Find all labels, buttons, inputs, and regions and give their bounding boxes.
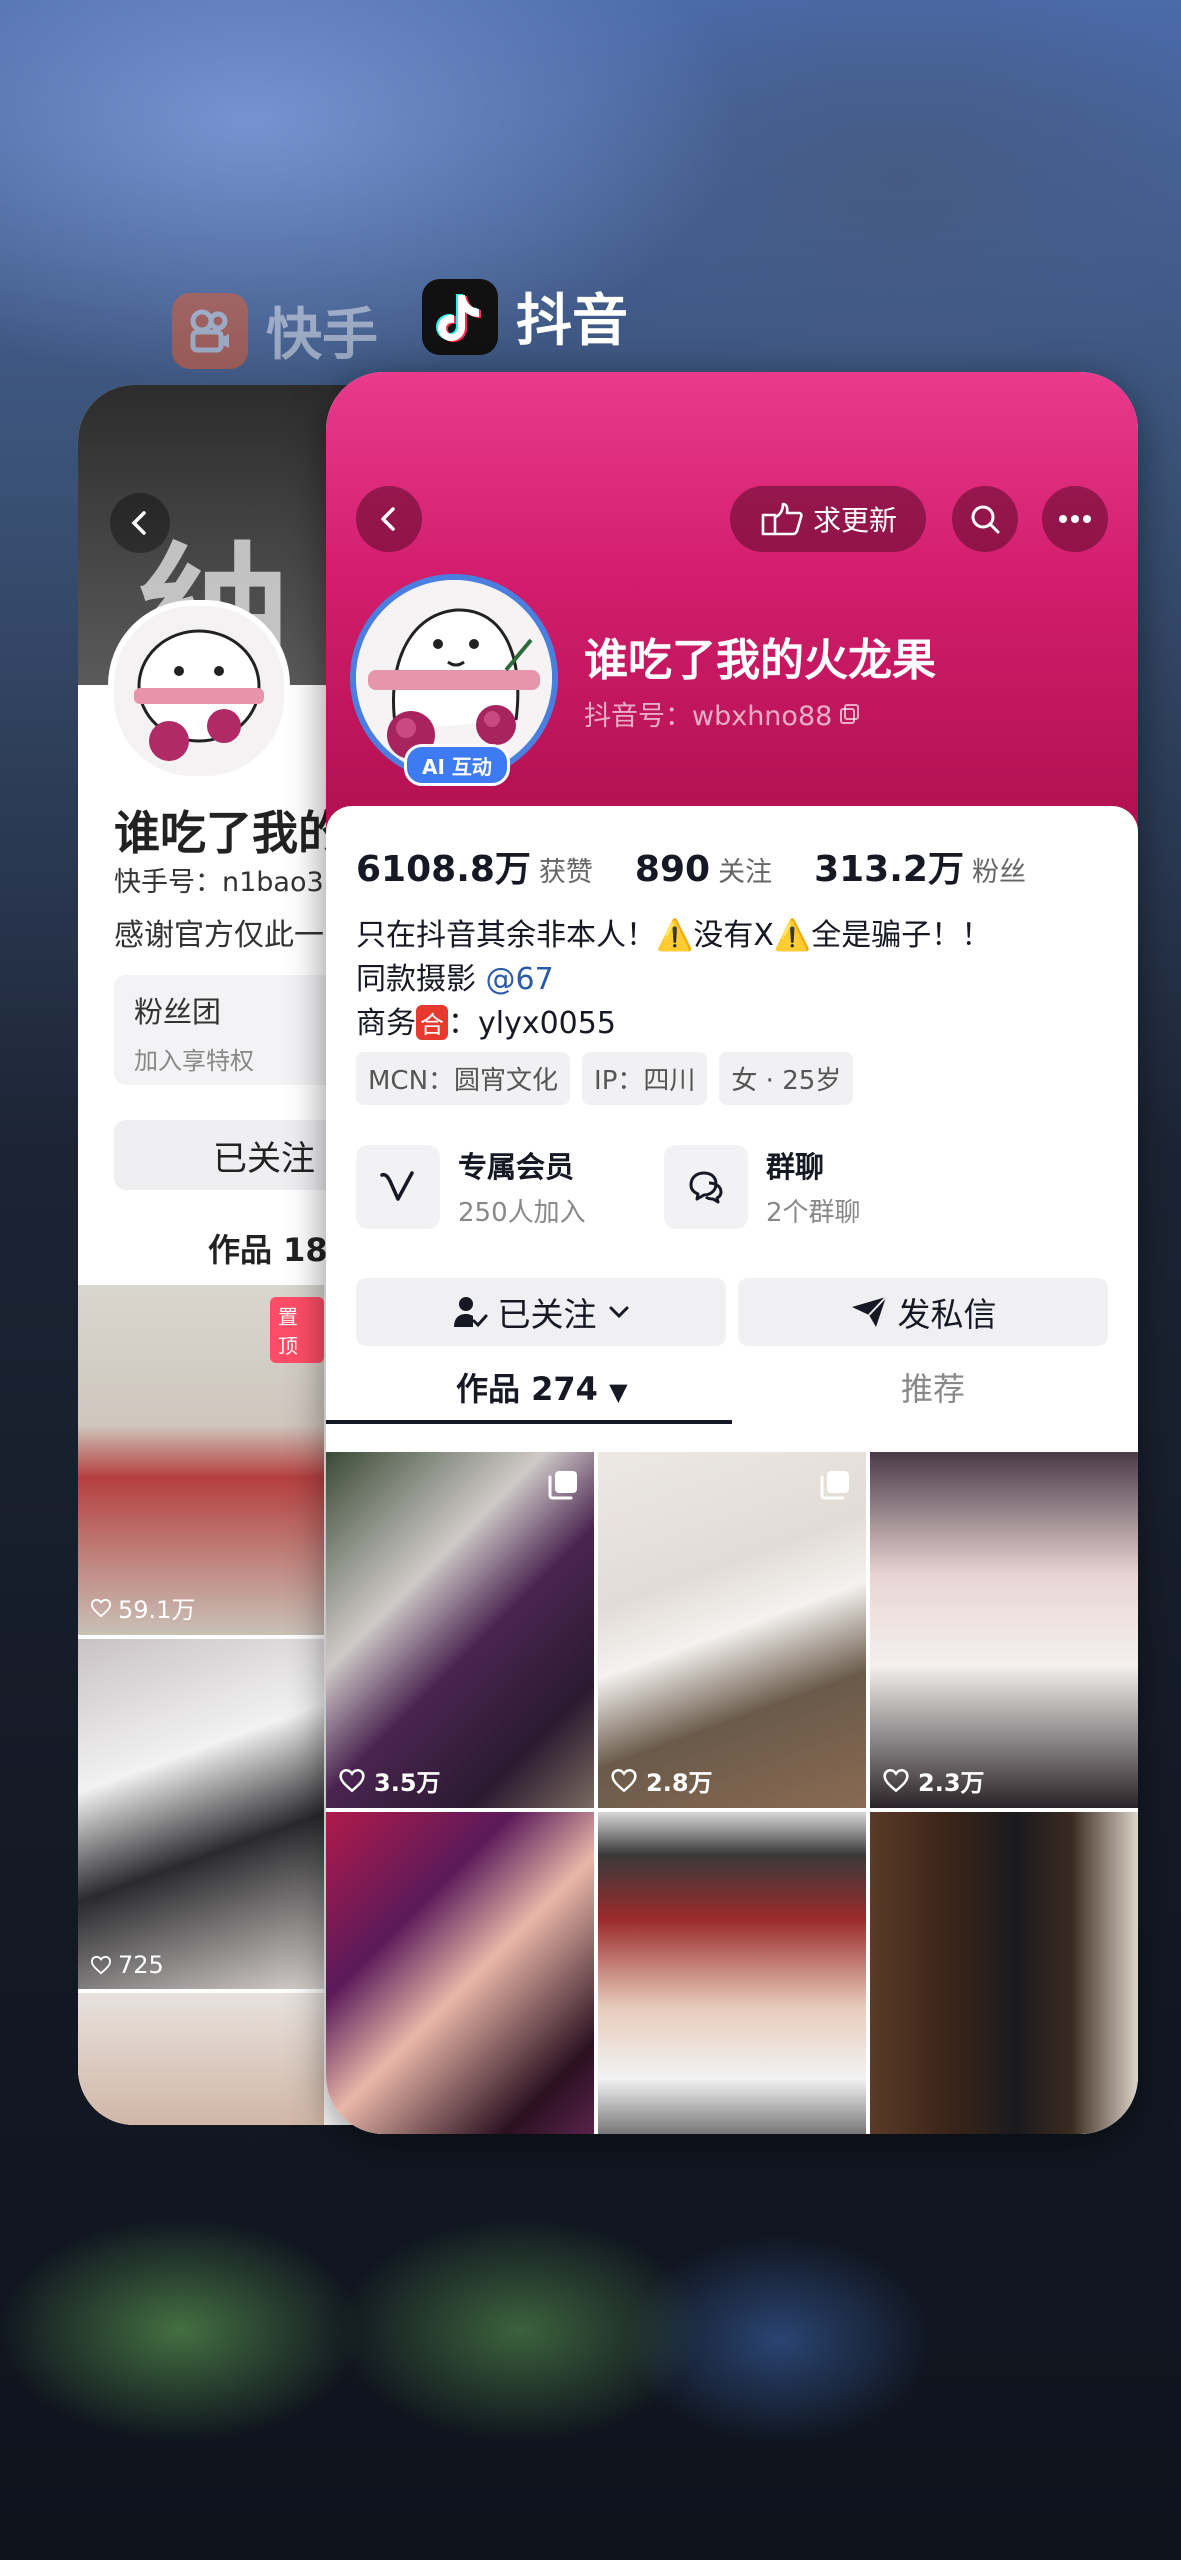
multi-image-icon	[548, 1471, 577, 1500]
kuaishou-description: 感谢官方仅此一	[114, 918, 324, 953]
request-update-label: 求更新	[812, 504, 897, 537]
kuaishou-works-tab[interactable]: 作品 18	[208, 1225, 328, 1271]
kuaishou-avatar[interactable]	[108, 600, 290, 782]
following-label[interactable]: 关注	[718, 850, 772, 889]
ip-location-tag: IP：四川	[582, 1052, 708, 1105]
video-thumbnail[interactable]	[326, 1812, 594, 2134]
video-thumbnail[interactable]	[870, 1812, 1138, 2134]
heart-icon	[883, 1769, 909, 1793]
fan-club-subtitle: 加入享特权	[134, 1047, 254, 1075]
group-chat-title: 群聊	[766, 1150, 825, 1184]
video-like-count: 2.8万	[610, 1763, 713, 1798]
likes-label: 获赞	[538, 857, 593, 888]
heart-icon	[611, 1769, 637, 1793]
business-badge: 合	[416, 1005, 448, 1040]
membership-title: 专属会员	[458, 1150, 575, 1184]
douyin-id-text: 抖音号：wbxhno88	[584, 701, 833, 732]
video-thumbnail[interactable]: 3.5万	[326, 1452, 594, 1808]
exclusive-membership-entry[interactable]: 专属会员 250人加入	[356, 1144, 586, 1229]
video-grid: 3.5万 2.8万 2.3万	[326, 1452, 1138, 2134]
kuaishou-app-icon	[172, 292, 248, 369]
group-chat-icon	[664, 1144, 748, 1229]
fan-club-title: 粉丝团	[134, 995, 222, 1029]
membership-icon	[356, 1144, 440, 1229]
pinned-badge: 置顶	[270, 1297, 324, 1363]
send-message-button[interactable]: 发私信	[738, 1278, 1108, 1346]
kuaishou-app-label[interactable]: 快手	[172, 290, 378, 371]
likes-count: 6108.8万	[356, 849, 531, 890]
search-icon	[971, 505, 1000, 534]
back-button[interactable]	[356, 486, 422, 552]
back-arrow-icon	[381, 507, 395, 531]
profile-name: 谁吃了我的火龙果	[584, 635, 936, 686]
video-thumbnail[interactable]: 2.8万	[598, 1452, 866, 1808]
douyin-app-label[interactable]: 抖音	[422, 276, 628, 357]
bio-line-2: 同款摄影 @67	[356, 962, 554, 997]
video-like-count: 3.5万	[338, 1763, 441, 1798]
ai-interaction-badge[interactable]: AI 互动	[404, 744, 510, 786]
video-like-count: 725	[90, 1951, 164, 1979]
send-message-label: 发私信	[897, 1295, 997, 1334]
active-tab-indicator	[326, 1420, 732, 1424]
tab-recommended[interactable]: 推荐	[901, 1364, 965, 1410]
request-update-button[interactable]: 求更新	[730, 486, 926, 552]
multi-image-icon	[820, 1471, 849, 1500]
following-status-button[interactable]: 已关注	[356, 1278, 726, 1346]
caret-down-icon: ▼	[609, 1378, 628, 1406]
following-count[interactable]: 890	[635, 849, 710, 890]
kuaishou-account-id: 快手号：n1bao3	[114, 867, 324, 898]
kuaishou-app-name: 快手	[266, 303, 378, 368]
video-thumbnail[interactable]	[598, 1812, 866, 2134]
mcn-tag[interactable]: MCN：圆宵文化	[356, 1052, 571, 1105]
more-options-button[interactable]	[1042, 486, 1108, 552]
group-chat-entry[interactable]: 群聊 2个群聊	[664, 1144, 861, 1229]
chevron-down-icon	[609, 1306, 628, 1319]
user-check-icon	[453, 1297, 487, 1328]
fan-club-card[interactable]: 粉丝团 加入享特权	[114, 975, 354, 1085]
video-like-count: 59.1万	[90, 1590, 195, 1625]
bio-line-3: 商务合：ylyx0055	[356, 1005, 616, 1041]
douyin-app-card[interactable]: 求更新 AI 互动 谁吃了我的火龙果 抖音号：wbxhno88 6108.8万 …	[326, 372, 1138, 2134]
send-icon	[851, 1296, 887, 1327]
content-tabs: 作品 274 ▼ 推荐	[326, 1352, 1138, 1424]
copy-icon	[840, 703, 860, 724]
kuaishou-profile-name: 谁吃了我的	[114, 806, 344, 860]
tab-works[interactable]: 作品 274 ▼	[456, 1364, 628, 1410]
heart-icon	[90, 1955, 112, 1975]
profile-tags: MCN：圆宵文化 IP：四川 女 · 25岁	[356, 1052, 854, 1105]
followers-count[interactable]: 313.2万	[814, 840, 964, 892]
back-arrow-icon	[131, 511, 146, 535]
douyin-app-icon	[422, 278, 498, 355]
heart-icon	[339, 1769, 365, 1793]
following-status-label: 已关注	[497, 1295, 597, 1334]
video-like-count: 2.3万	[882, 1763, 985, 1798]
photographer-mention-link[interactable]: @67	[486, 962, 554, 997]
kuaishou-video-thumbnail[interactable]: 725	[78, 1639, 324, 1989]
more-dots-icon	[1059, 515, 1091, 523]
kuaishou-back-button[interactable]	[110, 493, 170, 553]
followers-label[interactable]: 粉丝	[972, 850, 1026, 889]
bio-line-1: 只在抖音其余非本人！⚠️没有X⚠️全是骗子！！	[356, 918, 992, 953]
search-button[interactable]	[952, 486, 1018, 552]
pointing-hand-icon	[761, 502, 803, 536]
kuaishou-video-thumbnail[interactable]	[78, 1993, 324, 2125]
membership-subtitle: 250人加入	[458, 1198, 586, 1228]
gender-age-tag: 女 · 25岁	[719, 1052, 854, 1105]
heart-icon	[90, 1598, 112, 1617]
douyin-id[interactable]: 抖音号：wbxhno88	[584, 694, 862, 733]
douyin-app-name: 抖音	[516, 289, 628, 354]
group-chat-subtitle: 2个群聊	[766, 1198, 861, 1228]
video-thumbnail[interactable]: 2.3万	[870, 1452, 1138, 1808]
profile-stats: 6108.8万 获赞 890 关注 313.2万 粉丝	[356, 840, 1068, 892]
kuaishou-video-thumbnail[interactable]: 置顶 59.1万	[78, 1285, 324, 1635]
kuaishou-video-grid: 置顶 59.1万 725	[78, 1285, 328, 2125]
